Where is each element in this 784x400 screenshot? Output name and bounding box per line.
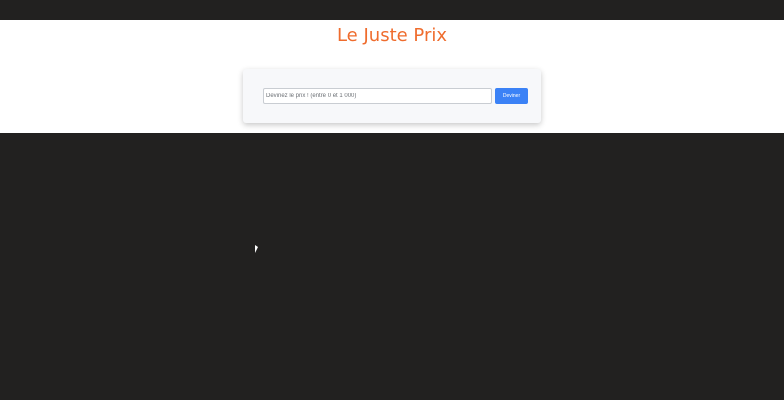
guess-card: Deviner [243,69,541,123]
guess-button[interactable]: Deviner [495,88,528,104]
game-panel: Le Juste Prix Deviner [0,20,784,133]
page-title: Le Juste Prix [336,25,448,46]
mouse-cursor-icon [255,245,258,253]
guess-input[interactable] [263,88,492,104]
top-bar [0,0,784,20]
